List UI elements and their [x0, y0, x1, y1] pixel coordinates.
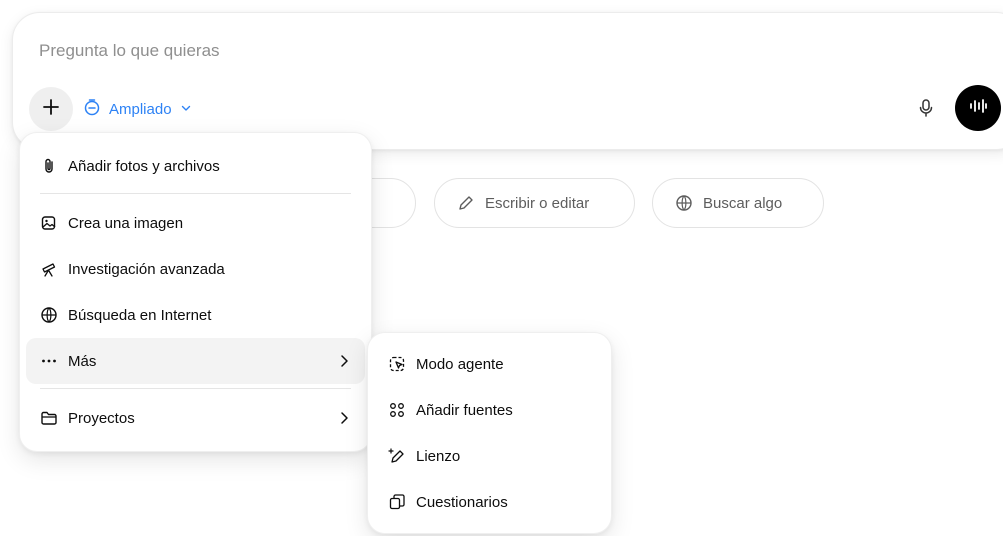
- menu-item-create-image[interactable]: Crea una imagen: [26, 200, 365, 246]
- sources-icon: [388, 401, 406, 419]
- menu-item-more[interactable]: Más: [26, 338, 365, 384]
- menu-divider: [40, 193, 351, 194]
- menu-item-label: Investigación avanzada: [68, 260, 225, 278]
- add-button[interactable]: [29, 87, 73, 131]
- prompt-input[interactable]: Pregunta lo que quieras: [39, 41, 220, 61]
- chevron-right-icon: [337, 353, 351, 373]
- folder-icon: [40, 409, 58, 427]
- mode-selector[interactable]: Ampliado: [83, 93, 192, 125]
- more-submenu: Modo agente Añadir fuentes Lienzo Cuesti…: [367, 332, 612, 534]
- composer: Pregunta lo que quieras Ampliado: [12, 12, 1003, 150]
- cards-icon: [388, 493, 406, 511]
- paperclip-icon: [40, 157, 58, 175]
- pencil-icon: [457, 194, 475, 212]
- microphone-icon: [917, 98, 935, 123]
- agent-icon: [388, 355, 406, 373]
- submenu-item-add-sources[interactable]: Añadir fuentes: [374, 387, 605, 433]
- menu-item-deep-research[interactable]: Investigación avanzada: [26, 246, 365, 292]
- plus-icon: [42, 98, 60, 121]
- chip-label: Buscar algo: [703, 194, 783, 212]
- voice-mode-button[interactable]: [955, 85, 1001, 131]
- dictate-button[interactable]: [913, 97, 939, 123]
- menu-item-label: Proyectos: [68, 409, 135, 427]
- chip-write-edit[interactable]: Escribir o editar: [434, 178, 635, 228]
- telescope-icon: [40, 260, 58, 278]
- menu-item-label: Crea una imagen: [68, 214, 184, 232]
- voice-waveform-icon: [968, 98, 988, 119]
- menu-divider: [40, 388, 351, 389]
- chevron-right-icon: [337, 410, 351, 430]
- chevron-down-icon: [180, 101, 192, 118]
- submenu-item-canvas[interactable]: Lienzo: [374, 433, 605, 479]
- submenu-item-agent-mode[interactable]: Modo agente: [374, 341, 605, 387]
- menu-item-label: Modo agente: [416, 355, 504, 373]
- submenu-item-quizzes[interactable]: Cuestionarios: [374, 479, 605, 525]
- mode-label: Ampliado: [109, 100, 172, 118]
- globe-icon: [40, 306, 58, 324]
- attach-menu: Añadir fotos y archivos Crea una imagen …: [19, 132, 372, 452]
- menu-item-label: Lienzo: [416, 447, 461, 465]
- globe-icon: [675, 194, 693, 212]
- menu-item-projects[interactable]: Proyectos: [26, 395, 365, 441]
- menu-item-label: Cuestionarios: [416, 493, 508, 511]
- menu-item-label: Más: [68, 352, 97, 370]
- chip-label: Escribir o editar: [485, 194, 590, 212]
- more-icon: [40, 352, 58, 370]
- menu-item-label: Búsqueda en Internet: [68, 306, 212, 324]
- menu-item-add-files[interactable]: Añadir fotos y archivos: [26, 143, 365, 189]
- chip-search[interactable]: Buscar algo: [652, 178, 824, 228]
- image-icon: [40, 214, 58, 232]
- canvas-pen-icon: [388, 447, 406, 465]
- menu-item-label: Añadir fotos y archivos: [68, 157, 220, 175]
- menu-item-label: Añadir fuentes: [416, 401, 513, 419]
- timer-icon: [83, 98, 101, 120]
- menu-item-web-search[interactable]: Búsqueda en Internet: [26, 292, 365, 338]
